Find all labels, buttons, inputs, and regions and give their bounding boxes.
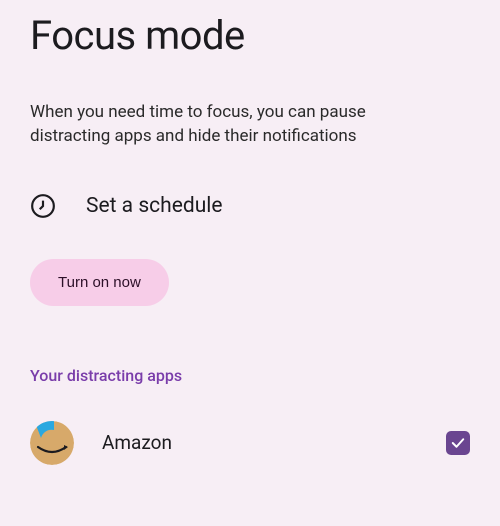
app-row-amazon[interactable]: Amazon xyxy=(30,421,470,465)
page-title: Focus mode xyxy=(30,12,470,59)
check-icon xyxy=(449,434,467,452)
page-description: When you need time to focus, you can pau… xyxy=(30,101,450,149)
set-schedule-row[interactable]: Set a schedule xyxy=(30,193,470,219)
amazon-icon xyxy=(30,421,74,465)
distracting-apps-header: Your distracting apps xyxy=(30,366,470,385)
set-schedule-label: Set a schedule xyxy=(86,194,223,218)
turn-on-now-button[interactable]: Turn on now xyxy=(30,259,169,306)
app-checkbox-amazon[interactable] xyxy=(446,431,470,455)
app-label: Amazon xyxy=(102,431,172,454)
clock-icon xyxy=(30,193,56,219)
